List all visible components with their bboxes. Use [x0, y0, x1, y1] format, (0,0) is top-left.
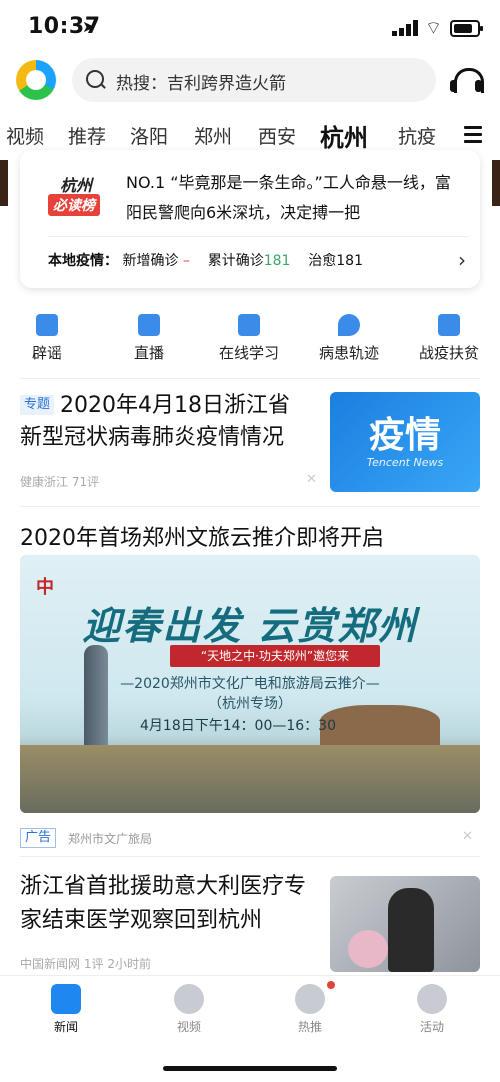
local-epidemic-stats[interactable]: 本地疫情： 新增确诊 – 累计确诊181 治愈181 — [48, 250, 363, 270]
headset-icon[interactable] — [450, 66, 484, 96]
status-bar: 10:37 ➤ ⌔ — [0, 0, 500, 54]
video-play-icon — [174, 984, 204, 1014]
banner-time: 4月18日下午14：00—16：30 — [140, 718, 336, 734]
cured-label: 治愈 — [308, 253, 337, 269]
nav-label: 新闻 — [53, 1020, 78, 1034]
quick-link-patient-track[interactable]: 病患轨迹 — [304, 310, 394, 363]
tab-xian[interactable]: 西安 — [258, 122, 296, 149]
tab-zhengzhou[interactable]: 郑州 — [194, 122, 232, 149]
quick-links: 辟谣 直播 在线学习 病患轨迹 战疫扶贫 — [0, 310, 500, 370]
quick-link-label: 在线学习 — [218, 344, 279, 362]
must-read-city: 杭州 — [60, 176, 93, 195]
stats-label: 本地疫情： — [48, 253, 118, 269]
news-comments: 1评 — [83, 957, 104, 971]
quick-link-rumor[interactable]: 辟谣 — [2, 310, 92, 363]
tab-recommend[interactable]: 推荐 — [68, 122, 106, 149]
home-indicator — [163, 1066, 337, 1071]
dismiss-icon[interactable]: ✕ — [306, 472, 317, 487]
tab-anti-epidemic[interactable]: 抗疫 — [398, 122, 436, 149]
quick-link-label: 战疫扶贫 — [418, 344, 479, 362]
tab-video[interactable]: 视频 — [6, 122, 44, 149]
news-title-text: 2020年4月18日浙江省新型冠状病毒肺炎疫情情况 — [20, 393, 290, 450]
quick-link-label: 病患轨迹 — [318, 344, 379, 362]
cured-value: 181 — [336, 253, 363, 269]
nav-hot-push[interactable]: 热推 — [270, 984, 350, 1035]
banner-title: 迎春出发 云赏郑州 — [82, 604, 418, 648]
news-thumbnail[interactable]: 疫情 Tencent News — [330, 392, 480, 492]
tab-hangzhou[interactable]: 杭州 — [320, 118, 368, 153]
total-cases-value: 181 — [263, 253, 291, 269]
thumbnail-title: 疫情 — [368, 415, 441, 456]
search-hot-text: 热搜：吉利跨界造火箭 — [116, 74, 286, 94]
online-learning-icon — [238, 314, 260, 336]
ad-title[interactable]: 2020年首场郑州文旅云推介即将开启 — [20, 520, 384, 552]
divider — [20, 378, 480, 379]
nav-news[interactable]: 新闻 — [26, 984, 106, 1035]
dismiss-icon[interactable]: ✕ — [462, 829, 473, 844]
app-header: 热搜：吉利跨界造火箭 — [0, 56, 500, 108]
quick-link-learning[interactable]: 在线学习 — [204, 310, 294, 363]
must-read-card[interactable]: 杭州 必读榜 NO.1 “毕竟那是一条生命。”工人命悬一线，富阳民警爬向6米深坑… — [20, 150, 480, 288]
nav-label: 视频 — [176, 1020, 201, 1034]
new-cases-value: – — [182, 253, 190, 269]
rumor-icon — [36, 314, 58, 336]
search-icon — [86, 70, 104, 88]
divider — [20, 506, 480, 507]
divider — [20, 856, 480, 857]
tab-luoyang[interactable]: 洛阳 — [130, 122, 168, 149]
location-arrow-icon: ➤ — [82, 17, 96, 36]
news-time: 2小时前 — [107, 957, 151, 971]
news-source: 中国新闻网 — [20, 957, 81, 971]
ad-tag: 广告 — [20, 828, 57, 848]
ad-source: 郑州市文广旅局 — [68, 832, 153, 846]
search-bar[interactable]: 热搜：吉利跨界造火箭 — [72, 58, 436, 102]
landscape-image — [20, 745, 480, 813]
background-edge — [0, 160, 8, 206]
quick-link-label: 辟谣 — [31, 344, 62, 362]
news-icon — [51, 984, 81, 1014]
news-item-title[interactable]: 专题 2020年4月18日浙江省新型冠状病毒肺炎疫情情况 — [20, 390, 310, 454]
nav-activity[interactable]: 活动 — [392, 984, 472, 1035]
live-video-icon — [138, 314, 160, 336]
quick-link-live[interactable]: 直播 — [104, 310, 194, 363]
ad-banner-image[interactable]: 中 迎春出发 云赏郑州 “天地之中·功夫郑州”邀您来 —2020郑州市文化广电和… — [20, 555, 480, 813]
banner-ribbon: “天地之中·功夫郑州”邀您来 — [170, 645, 380, 667]
news-source: 健康浙江 — [20, 475, 69, 489]
nav-video[interactable]: 视频 — [149, 984, 229, 1035]
notification-dot — [327, 981, 335, 989]
must-read-badge: 必读榜 — [48, 194, 100, 216]
quick-link-poverty-aid[interactable]: 战疫扶贫 — [404, 310, 494, 363]
flowers-image — [348, 930, 388, 968]
divider — [48, 236, 468, 237]
news-thumbnail[interactable] — [330, 876, 480, 972]
poverty-aid-icon — [438, 314, 460, 336]
background-edge — [492, 160, 500, 206]
news-comments: 71评 — [71, 475, 100, 489]
nav-label: 活动 — [419, 1020, 444, 1034]
banner-subtitle-2: （杭州专场） — [208, 696, 292, 712]
chevron-right-icon[interactable]: › — [458, 248, 466, 272]
menu-icon[interactable] — [464, 126, 482, 143]
must-read-headline[interactable]: NO.1 “毕竟那是一条生命。”工人命悬一线，富阳民警爬向6米深坑，决定搏一把 — [126, 168, 466, 228]
hot-push-icon — [295, 984, 325, 1014]
quick-link-label: 直播 — [133, 344, 164, 362]
nav-label: 热推 — [297, 1020, 322, 1034]
thumbnail-brand: Tencent News — [366, 456, 444, 469]
news-meta: 中国新闻网 1评 2小时前 — [20, 955, 151, 972]
new-cases-label: 新增确诊 — [122, 253, 179, 269]
location-pin-icon — [338, 314, 360, 336]
topic-tag: 专题 — [20, 395, 55, 415]
news-item-title[interactable]: 浙江省首批援助意大利医疗专家结束医学观察回到杭州 — [20, 870, 320, 938]
activity-icon — [417, 984, 447, 1014]
total-cases-label: 累计确诊 — [207, 253, 264, 269]
signal-icon — [392, 20, 418, 36]
battery-icon — [450, 20, 483, 37]
channel-tabs: 视频 推荐 洛阳 郑州 西安 杭州 抗疫 — [0, 118, 500, 154]
news-meta: 健康浙江 71评 — [20, 473, 99, 490]
banner-subtitle: —2020郑州市文化广电和旅游局云推介— — [120, 676, 380, 692]
wifi-icon: ⌔ — [425, 18, 442, 39]
person-image — [388, 888, 434, 972]
app-logo-icon[interactable] — [16, 60, 56, 100]
